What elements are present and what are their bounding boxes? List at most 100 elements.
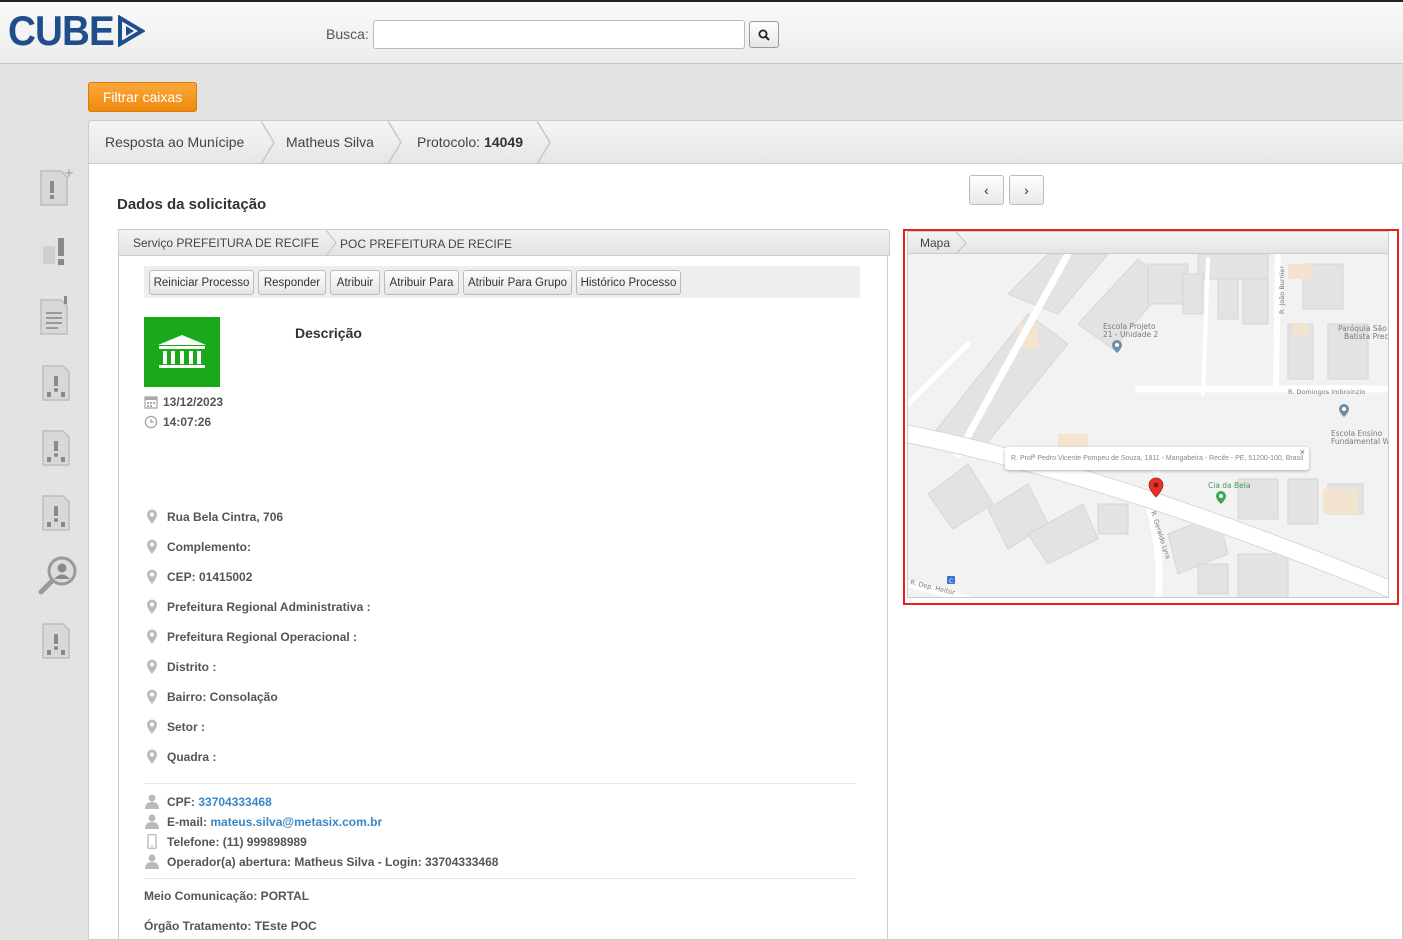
assign-button[interactable]: Atribuir: [330, 270, 380, 295]
service-panel: Serviço PREFEITURA DE RECIFE POC PREFEIT…: [118, 229, 890, 940]
tab-poc[interactable]: POC PREFEITURA DE RECIFE: [340, 231, 512, 256]
tab-map[interactable]: Mapa: [920, 236, 950, 250]
street-map[interactable]: Escola Projeto 21 - Unidade 2 Paróquia S…: [908, 250, 1389, 598]
address-block-value: Quadra :: [167, 750, 217, 764]
search-button[interactable]: [749, 21, 779, 48]
assign-to-button[interactable]: Atribuir Para: [384, 270, 459, 295]
treatment-organ: Órgão Tratamento: TEste POC: [144, 919, 317, 933]
location-pin-icon: [147, 749, 157, 764]
breadcrumb-item-user[interactable]: Matheus Silva: [286, 121, 374, 163]
map-panel: Mapa Escola Projeto 21 - Unidade 2 Paróq…: [907, 231, 1389, 598]
email-link[interactable]: mateus.silva@metasix.com.br: [210, 815, 382, 829]
address-district-value: Distrito :: [167, 660, 217, 674]
address-operational-region-value: Prefeitura Regional Operacional :: [167, 630, 358, 644]
person-document-icon[interactable]: [37, 618, 77, 662]
top-bar: CUBE Busca:: [0, 0, 1403, 64]
address-complement: Complemento:: [145, 539, 251, 555]
report-add-icon[interactable]: +: [37, 165, 77, 209]
address-admin-region-value: Prefeitura Regional Administrativa :: [167, 600, 371, 614]
section-title: Dados da solicitação: [117, 196, 267, 213]
actions-toolbar: Reiniciar Processo Responder Atribuir At…: [144, 266, 860, 298]
cpf-link[interactable]: 33704333468: [198, 795, 271, 809]
contact-email: E-mail: mateus.silva@metasix.com.br: [145, 814, 382, 829]
respond-button[interactable]: Responder: [258, 270, 326, 295]
user-icon: [145, 854, 159, 869]
search-input[interactable]: [373, 20, 745, 49]
breadcrumb: Resposta ao Munícipe Matheus Silva Proto…: [89, 121, 1403, 164]
breadcrumb-item-response[interactable]: Resposta ao Munícipe: [105, 121, 244, 163]
address-sector-value: Setor :: [167, 720, 206, 734]
email-label: E-mail:: [167, 814, 208, 829]
close-icon[interactable]: ×: [1300, 447, 1305, 457]
breadcrumb-separator: [537, 121, 551, 164]
street-label: R. João Burnier: [1278, 266, 1286, 314]
communication-channel: Meio Comunicação: PORTAL: [144, 889, 310, 903]
search-user-icon[interactable]: [37, 553, 77, 597]
tab-separator: [326, 230, 337, 256]
address-block: Quadra :: [145, 749, 216, 765]
address-cep-value: CEP: 01415002: [167, 570, 253, 584]
location-pin-icon: [147, 509, 157, 524]
breadcrumb-item-protocol[interactable]: Protocolo: 14049: [417, 121, 523, 163]
parish-label: Batista Precu: [1344, 332, 1389, 341]
location-pin-icon: [147, 569, 157, 584]
assign-to-group-button[interactable]: Atribuir Para Grupo: [463, 270, 572, 295]
operator-value: Operador(a) abertura: Matheus Silva - Lo…: [167, 854, 499, 869]
address-district: Distrito :: [145, 659, 216, 675]
phone-value: Telefone: (11) 999898989: [167, 834, 307, 849]
process-history-button[interactable]: Histórico Processo: [576, 270, 681, 295]
cube-logo[interactable]: CUBE: [8, 7, 146, 54]
address-complement-value: Complemento:: [167, 540, 251, 554]
address-sector: Setor :: [145, 719, 205, 735]
breadcrumb-label: Matheus Silva: [286, 134, 374, 150]
logo-text: CUBE: [8, 7, 115, 54]
school-label: 21 - Unidade 2: [1103, 330, 1158, 339]
location-pin-icon: [147, 599, 157, 614]
location-pin-icon: [147, 659, 157, 674]
tab-service[interactable]: Serviço PREFEITURA DE RECIFE: [133, 230, 319, 255]
restart-process-button[interactable]: Reiniciar Processo: [149, 270, 254, 295]
tab-separator: [956, 232, 967, 254]
time-value: 14:07:26: [163, 415, 212, 429]
breadcrumb-separator: [261, 121, 275, 164]
calendar-icon: [144, 396, 158, 409]
school-label: Fundamental W: [1331, 437, 1389, 446]
date-value: 13/12/2023: [163, 395, 224, 409]
service-tabs: Serviço PREFEITURA DE RECIFE POC PREFEIT…: [118, 230, 890, 256]
user-icon: [145, 794, 159, 809]
breadcrumb-label: Resposta ao Munícipe: [105, 134, 245, 150]
description-title: Descrição: [295, 325, 362, 341]
cpf-label: CPF:: [167, 794, 195, 809]
person-document-icon[interactable]: [37, 360, 77, 404]
svg-text:+: +: [64, 166, 74, 180]
bus-stop-letter: C: [949, 578, 953, 585]
next-button[interactable]: ›: [1009, 175, 1044, 205]
map-tab-bar: Mapa: [908, 232, 1388, 254]
place-label: Cia da Bela: [1208, 481, 1250, 490]
person-document-icon[interactable]: [37, 490, 77, 534]
person-document-icon[interactable]: [37, 425, 77, 469]
breadcrumb-separator: [388, 121, 402, 164]
popup-address: R. Profª Pedro Vicente Pompeu de Souza, …: [1011, 455, 1304, 462]
contact-phone: Telefone: (11) 999898989: [145, 834, 307, 849]
main-panel: Resposta ao Munícipe Matheus Silva Proto…: [88, 120, 1403, 940]
address-admin-region: Prefeitura Regional Administrativa :: [145, 599, 371, 615]
document-alert-icon[interactable]: [37, 294, 77, 338]
search-icon: [758, 29, 770, 41]
address-street-value: Rua Bela Cintra, 706: [167, 510, 284, 524]
filter-boxes-button[interactable]: Filtrar caixas: [88, 82, 197, 112]
divider: [144, 783, 856, 784]
user-icon: [145, 814, 159, 829]
location-pin-icon: [147, 689, 157, 704]
request-date: 13/12/2023: [144, 395, 223, 409]
map-canvas[interactable]: Escola Projeto 21 - Unidade 2 Paróquia S…: [908, 250, 1389, 598]
address-cep: CEP: 01415002: [145, 569, 252, 585]
logo-arrow-icon: [118, 15, 146, 47]
alert-icon[interactable]: [37, 230, 77, 274]
contact-cpf: CPF: 33704333468: [145, 794, 272, 809]
location-pin-icon: [147, 539, 157, 554]
government-building-icon: [144, 317, 220, 387]
prev-button[interactable]: ‹: [969, 175, 1004, 205]
address-neighborhood-value: Bairro: Consolação: [167, 690, 278, 704]
bus-stop-icon[interactable]: C: [947, 576, 955, 585]
